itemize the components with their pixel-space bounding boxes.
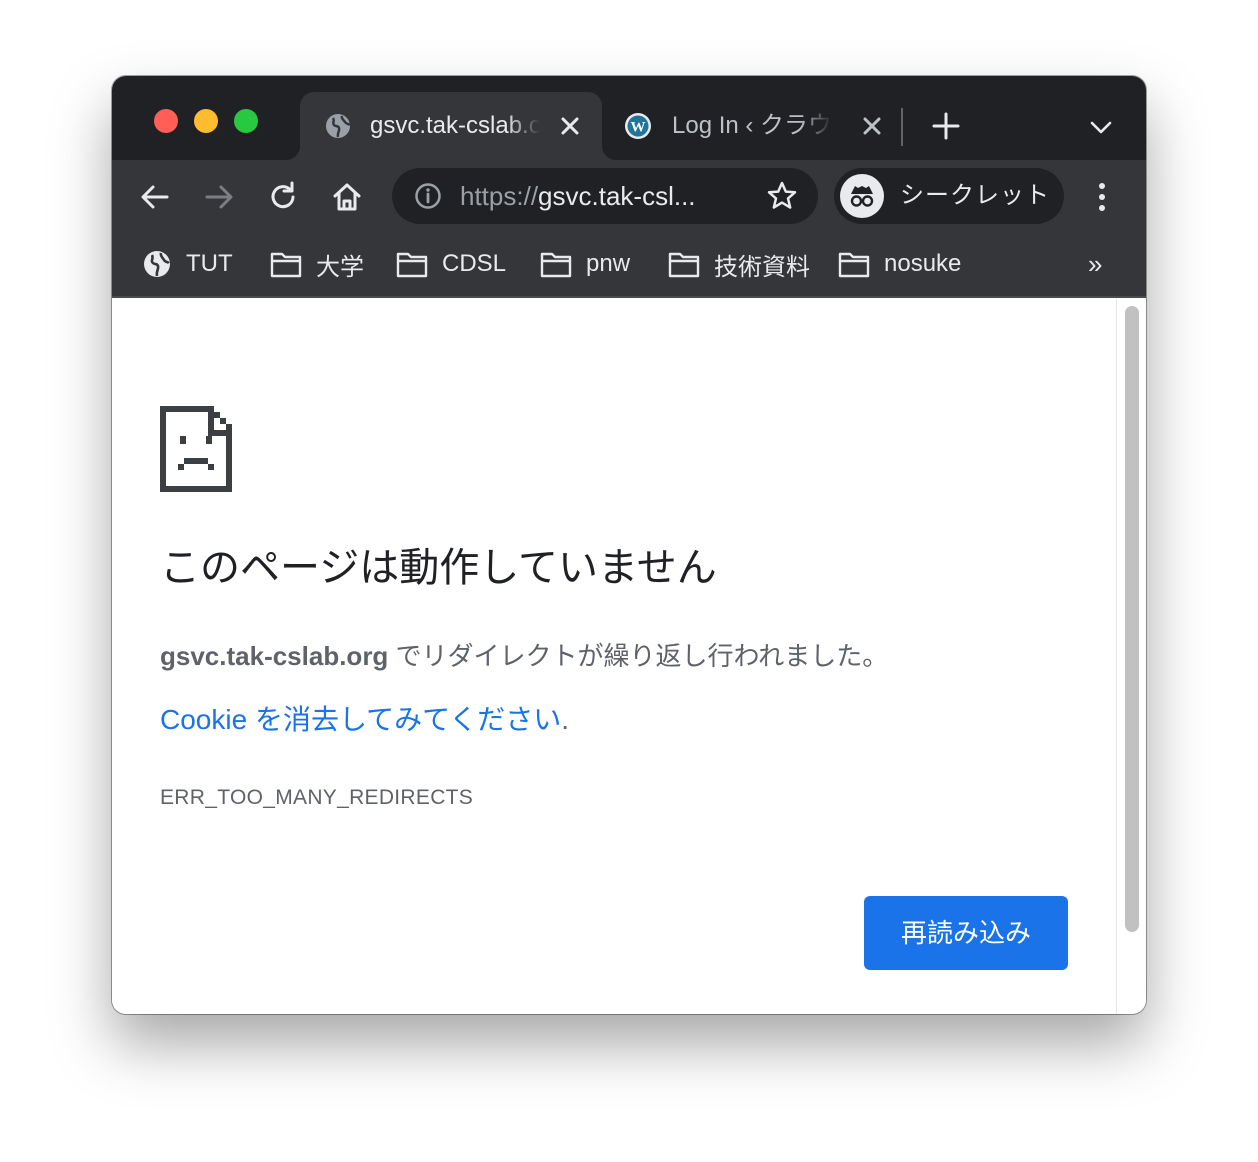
close-window-button[interactable] <box>154 109 178 133</box>
error-suggestion: Cookie を消去してみてください. <box>160 702 569 738</box>
page-content: このページは動作していません gsvc.tak-cslab.org でリダイレク… <box>112 298 1116 1014</box>
bookmarks-bar: TUT 大学 CDSL pnw 技術資料 nosuke » <box>112 234 1146 298</box>
forward-arrow-icon[interactable] <box>202 180 236 214</box>
svg-text:W: W <box>631 120 646 136</box>
browser-window: gsvc.tak-cslab.org W Log In ‹ クラウド <box>112 76 1146 1014</box>
globe-icon <box>144 251 170 277</box>
address-bar[interactable]: https://gsvc.tak-csl... <box>392 168 818 224</box>
clear-cookies-link[interactable]: Cookie を消去してみてください <box>160 704 561 735</box>
bookmark-label: TUT <box>186 250 233 277</box>
reload-icon[interactable] <box>266 180 300 214</box>
suggestion-suffix: . <box>561 704 570 735</box>
url-text[interactable]: https://gsvc.tak-csl... <box>460 180 760 212</box>
incognito-label: シークレット <box>900 182 1050 209</box>
incognito-icon <box>840 174 884 218</box>
close-icon[interactable] <box>556 112 584 140</box>
bookmark-folder[interactable]: CDSL <box>396 244 506 284</box>
error-message-text: でリダイレクトが繰り返し行われました。 <box>388 641 889 671</box>
bookmark-label: 大学 <box>316 253 364 281</box>
error-title: このページは動作していません <box>160 546 717 590</box>
new-tab-plus-icon[interactable] <box>930 110 962 142</box>
folder-icon <box>270 252 302 278</box>
scrollbar[interactable] <box>1116 298 1146 1014</box>
error-code: ERR_TOO_MANY_REDIRECTS <box>160 786 474 809</box>
url-scheme: https:// <box>460 181 539 211</box>
home-icon[interactable] <box>330 180 364 214</box>
incognito-profile-button[interactable]: シークレット <box>834 168 1064 224</box>
bookmark-label: nosuke <box>884 250 962 277</box>
bookmark-label: pnw <box>586 250 631 277</box>
minimize-window-button[interactable] <box>194 109 218 133</box>
bookmark-label: CDSL <box>442 250 507 277</box>
reload-button[interactable]: 再読み込み <box>864 896 1068 970</box>
sad-page-icon <box>160 406 232 492</box>
folder-icon <box>396 252 428 278</box>
chevron-down-icon[interactable] <box>1088 114 1114 140</box>
tab-inactive[interactable]: W Log In ‹ クラウド <box>610 92 900 160</box>
tab-title: Log In ‹ クラウド <box>672 112 832 139</box>
zoom-window-button[interactable] <box>234 109 258 133</box>
tab-strip: gsvc.tak-cslab.org W Log In ‹ クラウド <box>112 76 1146 160</box>
error-host: gsvc.tak-cslab.org <box>160 641 389 671</box>
bookmark-folder[interactable]: pnw <box>540 244 630 284</box>
url-host: gsvc.tak-csl... <box>538 181 696 211</box>
info-icon[interactable] <box>414 182 442 210</box>
error-message: gsvc.tak-cslab.org でリダイレクトが繰り返し行われました。 <box>160 638 888 674</box>
bookmark-folder[interactable]: 大学 <box>270 244 364 284</box>
tab-title: gsvc.tak-cslab.org <box>370 112 540 139</box>
tab-active[interactable]: gsvc.tak-cslab.org <box>286 92 616 160</box>
back-arrow-icon[interactable] <box>138 180 172 214</box>
scrollbar-thumb[interactable] <box>1125 306 1139 932</box>
bookmark-folder[interactable]: nosuke <box>838 244 961 284</box>
bookmarks-overflow-button[interactable]: » <box>1088 250 1102 278</box>
folder-icon <box>838 252 870 278</box>
bookmark-tut[interactable]: TUT <box>142 244 233 284</box>
bookmark-folder[interactable]: 技術資料 <box>668 244 810 284</box>
close-icon[interactable] <box>858 112 886 140</box>
bookmark-label: 技術資料 <box>714 253 810 281</box>
globe-icon <box>326 114 351 138</box>
kebab-menu-icon[interactable] <box>1090 180 1114 214</box>
toolbar: https://gsvc.tak-csl... シークレット <box>112 160 1146 234</box>
wordpress-icon: W <box>625 113 651 139</box>
tab-divider <box>901 108 903 146</box>
folder-icon <box>540 252 572 278</box>
folder-icon <box>668 252 700 278</box>
star-bookmark-icon[interactable] <box>766 180 798 212</box>
